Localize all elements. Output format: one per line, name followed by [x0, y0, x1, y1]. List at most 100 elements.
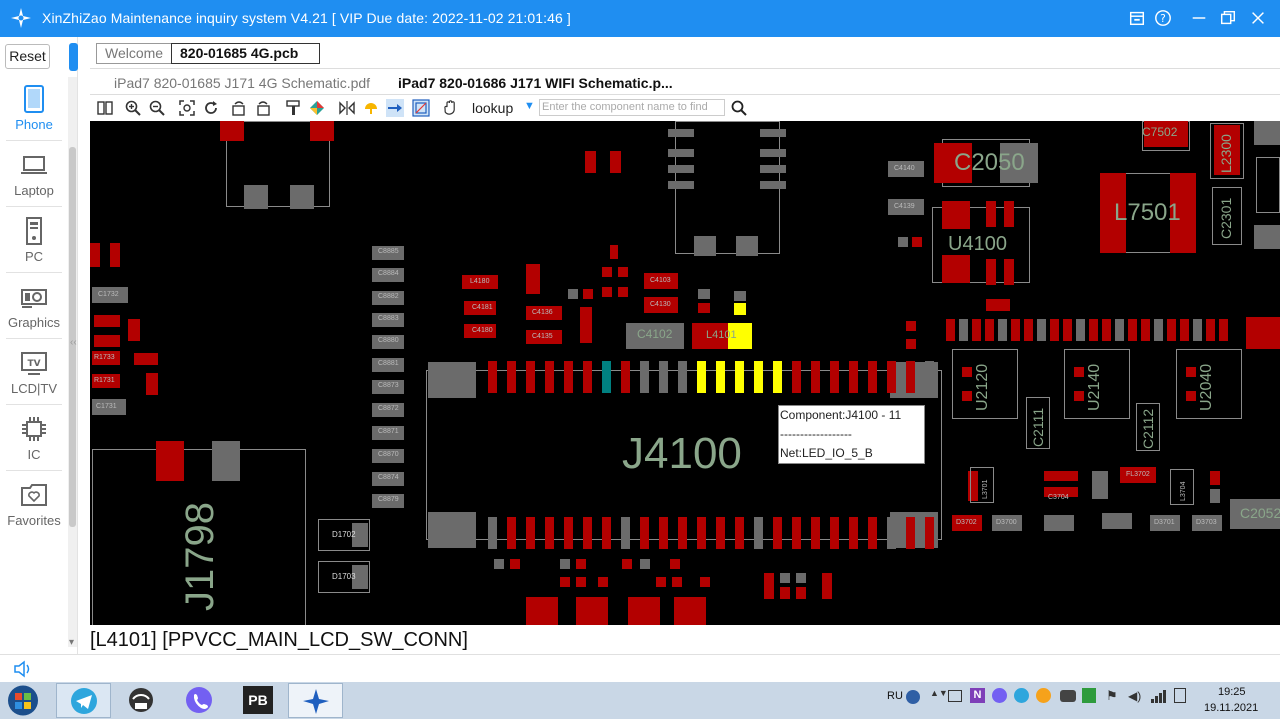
pad[interactable] [946, 319, 955, 341]
pad[interactable] [1092, 471, 1108, 499]
pad[interactable] [1050, 319, 1059, 341]
pad[interactable] [1141, 319, 1150, 341]
fit-screen-icon[interactable] [178, 99, 196, 117]
lamp-icon[interactable] [362, 99, 380, 117]
pad[interactable] [698, 303, 710, 313]
pad[interactable] [494, 559, 504, 569]
scroll-down-icon[interactable]: ▾ [69, 637, 74, 648]
board-view-icon[interactable] [412, 99, 430, 117]
pad[interactable] [760, 165, 786, 173]
language-indicator[interactable]: RU [887, 690, 903, 702]
pad[interactable] [1206, 319, 1215, 341]
pad[interactable] [906, 361, 915, 393]
pad[interactable] [110, 243, 120, 267]
pad[interactable] [583, 517, 592, 549]
pad[interactable] [526, 517, 535, 549]
pad[interactable] [760, 149, 786, 157]
sidebar-item-favorites[interactable]: Favorites [0, 471, 68, 535]
pad-highlighted[interactable] [716, 361, 725, 393]
zoom-in-icon[interactable] [124, 99, 142, 117]
pad[interactable] [1128, 319, 1137, 341]
pad[interactable] [1254, 225, 1280, 249]
pad[interactable] [602, 361, 611, 393]
pad[interactable] [94, 335, 120, 347]
onenote-tray-icon[interactable]: N [970, 688, 985, 703]
network-device-tray-icon[interactable] [1060, 690, 1076, 702]
pad[interactable] [610, 245, 618, 259]
pad[interactable] [811, 361, 820, 393]
pad[interactable] [697, 517, 706, 549]
pad[interactable] [576, 559, 586, 569]
pad[interactable] [656, 577, 666, 587]
pad[interactable] [598, 577, 608, 587]
pad[interactable] [796, 587, 806, 599]
pad[interactable] [811, 517, 820, 549]
pad[interactable] [830, 517, 839, 549]
pad-highlighted[interactable] [697, 361, 706, 393]
pad[interactable] [146, 373, 158, 395]
help-tray-icon[interactable] [906, 690, 920, 704]
pad[interactable] [90, 243, 100, 267]
pad[interactable] [668, 129, 694, 137]
pad[interactable] [545, 517, 554, 549]
pad[interactable] [640, 361, 649, 393]
pad[interactable] [942, 201, 970, 229]
pad[interactable] [925, 361, 934, 393]
pad[interactable] [580, 307, 592, 343]
pad[interactable] [1167, 319, 1176, 341]
pad[interactable] [668, 181, 694, 189]
pad[interactable] [672, 577, 682, 587]
pad[interactable] [716, 517, 725, 549]
sidebar-item-laptop[interactable]: Laptop [0, 141, 68, 205]
pad[interactable] [912, 237, 922, 247]
pad[interactable] [1004, 259, 1014, 285]
pad[interactable] [610, 151, 621, 173]
pad[interactable] [1219, 319, 1228, 341]
pad[interactable] [754, 517, 763, 549]
refresh-icon[interactable] [202, 99, 220, 117]
close-button[interactable] [1246, 6, 1270, 30]
start-button[interactable] [2, 683, 44, 718]
pad[interactable] [560, 577, 570, 587]
pad[interactable] [560, 559, 570, 569]
pad[interactable] [962, 367, 972, 377]
pad[interactable] [678, 517, 687, 549]
pad[interactable] [1024, 319, 1033, 341]
reset-button[interactable]: Reset [5, 44, 50, 69]
pad[interactable] [1037, 319, 1046, 341]
pad[interactable] [244, 185, 268, 209]
pad[interactable] [849, 517, 858, 549]
restore-button[interactable] [1216, 6, 1240, 30]
pad[interactable] [134, 353, 158, 365]
pad[interactable] [1254, 121, 1280, 145]
pad[interactable] [986, 299, 1010, 311]
pad[interactable] [760, 181, 786, 189]
flag-tray-icon[interactable]: ⚑ [1106, 688, 1118, 704]
pad[interactable] [1063, 319, 1072, 341]
pad[interactable] [526, 597, 558, 625]
pad[interactable] [659, 517, 668, 549]
lookup-dropdown-icon[interactable]: ▼ [524, 100, 535, 112]
pad[interactable] [700, 577, 710, 587]
pad[interactable] [998, 319, 1007, 341]
pad[interactable] [526, 264, 540, 294]
tab-pcb[interactable]: 820-01685 4G.pcb [171, 43, 320, 64]
telegram-taskbar-button[interactable] [56, 683, 111, 718]
pad[interactable] [621, 361, 630, 393]
pad[interactable] [618, 287, 628, 297]
pad[interactable] [764, 573, 774, 599]
collapse-arrow-icon[interactable]: ‹‹ [70, 337, 77, 348]
pad[interactable] [583, 289, 593, 299]
pad[interactable] [678, 361, 687, 393]
pad[interactable] [796, 573, 806, 583]
pad[interactable] [576, 597, 608, 625]
pad[interactable] [640, 517, 649, 549]
pad[interactable] [602, 517, 611, 549]
pcb-board-view[interactable]: C8885 C8884 C8882 C8883 C8880 C8881 C887… [90, 121, 1280, 625]
pad[interactable] [760, 129, 786, 137]
pad[interactable] [585, 151, 596, 173]
pad[interactable] [959, 319, 968, 341]
pad[interactable] [526, 361, 535, 393]
pad[interactable] [1210, 471, 1220, 485]
pad[interactable] [1044, 515, 1074, 531]
